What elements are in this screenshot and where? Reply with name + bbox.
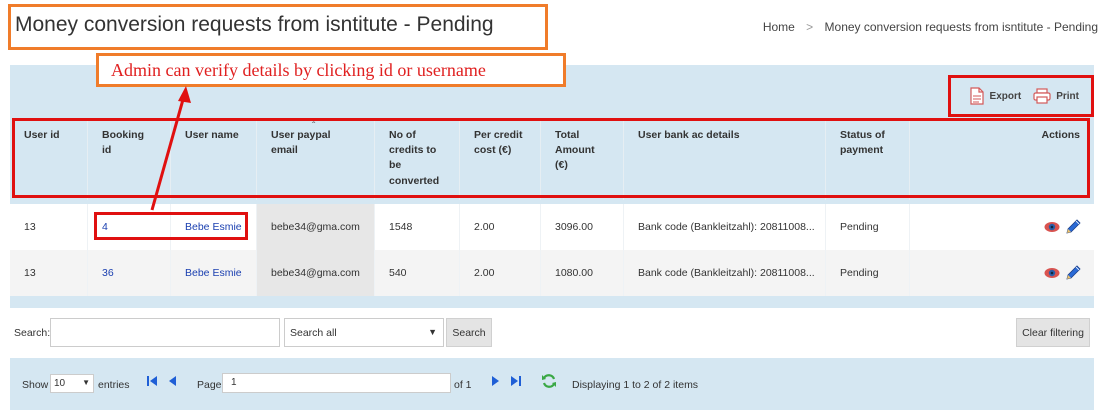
cell-user-name: Bebe Esmie [171, 250, 257, 296]
print-button[interactable]: Print [1033, 88, 1079, 104]
annotation-text: Admin can verify details by clicking id … [111, 60, 486, 80]
export-label: Export [989, 90, 1022, 102]
search-input[interactable] [50, 318, 280, 347]
cell-total-amount: 1080.00 [541, 250, 624, 296]
search-scope-select[interactable]: Search all ▼ [284, 318, 444, 347]
col-header-total-amount[interactable]: Total Amount (€) [541, 118, 624, 200]
cell-status: Pending [826, 204, 910, 250]
page-title-text: Money conversion requests from isntitute… [15, 13, 494, 36]
clear-filtering-button[interactable]: Clear filtering [1016, 318, 1090, 347]
col-header-booking-id[interactable]: Booking id [88, 118, 171, 200]
user-name-link[interactable]: Bebe Esmie [185, 267, 242, 279]
cell-paypal-email: bebe34@gma.com [257, 204, 375, 250]
col-header-credits[interactable]: No of credits to be converted [375, 118, 460, 200]
col-header-paypal-email[interactable]: User paypal email [257, 118, 375, 200]
col-header-user-id[interactable]: User id [10, 118, 88, 200]
col-header-actions: Actions [1041, 129, 1080, 141]
page-number-value: 1 [231, 377, 237, 388]
cell-actions [910, 204, 1094, 250]
cell-user-id: 13 [10, 250, 88, 296]
id-username-highlight-box [94, 212, 248, 240]
pagination-summary: Displaying 1 to 2 of 2 items [572, 379, 699, 391]
print-label: Print [1056, 90, 1079, 102]
pencil-icon[interactable] [1064, 264, 1082, 282]
eye-icon[interactable] [1044, 267, 1060, 279]
page-count-label: of 1 [454, 379, 472, 391]
first-page-icon[interactable] [146, 375, 158, 387]
cell-actions [910, 250, 1094, 296]
eye-icon[interactable] [1044, 221, 1060, 233]
next-page-icon[interactable] [490, 375, 500, 387]
sort-up-icon[interactable]: ˆ [312, 121, 315, 132]
search-bar: Search: Search all ▼ Search Clear filter… [10, 308, 1094, 358]
show-label: Show [22, 379, 49, 391]
cell-per-credit-cost: 2.00 [460, 250, 541, 296]
annotation-callout: Admin can verify details by clicking id … [96, 53, 566, 87]
printer-icon [1033, 88, 1051, 104]
col-header-status[interactable]: Status of payment [826, 118, 910, 200]
cell-credits: 540 [375, 250, 460, 296]
breadcrumb-current: Money conversion requests from isntitute… [824, 20, 1098, 34]
pencil-icon[interactable] [1064, 218, 1082, 236]
page-title: Money conversion requests from isntitute… [8, 4, 548, 50]
cell-status: Pending [826, 250, 910, 296]
pagination-bar: Show 10 ▼ entries Page 1 of 1 Displaying… [10, 358, 1094, 410]
page-label: Page [197, 379, 222, 391]
search-scope-value: Search all [290, 327, 337, 339]
cell-user-id: 13 [10, 204, 88, 250]
export-icon [969, 87, 985, 105]
table-header: User id Booking id User name User paypal… [10, 118, 1094, 200]
refresh-icon[interactable] [541, 373, 557, 389]
last-page-icon[interactable] [510, 375, 522, 387]
cell-bank-details: Bank code (Bankleitzahl): 20811008... [624, 204, 826, 250]
booking-id-link[interactable]: 36 [102, 267, 114, 279]
breadcrumb: Home > Money conversion requests from is… [763, 20, 1098, 34]
search-button[interactable]: Search [446, 318, 492, 347]
table-row: 13 36 Bebe Esmie bebe34@gma.com 540 2.00… [10, 250, 1094, 296]
caret-down-icon: ▼ [82, 378, 90, 387]
col-header-bank-details[interactable]: User bank ac details [624, 118, 826, 200]
export-toolbar: Export Print [948, 75, 1094, 117]
col-header-user-name[interactable]: User name [171, 118, 257, 200]
col-header-per-credit-cost[interactable]: Per credit cost (€) [460, 118, 541, 200]
entries-label: entries [98, 379, 130, 391]
export-button[interactable]: Export [969, 87, 1022, 105]
cell-credits: 1548 [375, 204, 460, 250]
cell-bank-details: Bank code (Bankleitzahl): 20811008... [624, 250, 826, 296]
breadcrumb-home[interactable]: Home [763, 20, 795, 34]
search-label: Search: [14, 327, 51, 339]
cell-booking-id: 36 [88, 250, 171, 296]
entries-value: 10 [54, 378, 66, 389]
breadcrumb-separator: > [806, 20, 814, 34]
cell-paypal-email: bebe34@gma.com [257, 250, 375, 296]
page-number-input[interactable]: 1 [222, 373, 451, 393]
cell-per-credit-cost: 2.00 [460, 204, 541, 250]
previous-page-icon[interactable] [168, 375, 178, 387]
entries-per-page-select[interactable]: 10 ▼ [50, 374, 94, 393]
cell-total-amount: 3096.00 [541, 204, 624, 250]
caret-down-icon: ▼ [428, 327, 437, 337]
